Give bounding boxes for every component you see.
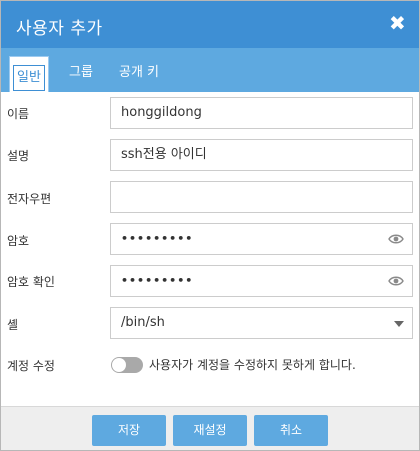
tab-bar: 일반 그룹 공개 키 [1,48,419,92]
description-input[interactable]: ssh전용 아이디 [110,139,413,171]
save-button[interactable]: 저장 [92,415,166,446]
account-edit-label: 계정 수정 [7,359,55,373]
password-value: ••••••••• [121,232,194,245]
dialog-footer: 저장 재설정 취소 [1,406,419,450]
account-edit-toggle[interactable] [111,357,143,373]
cancel-button[interactable]: 취소 [254,415,328,446]
eye-icon[interactable] [388,233,404,245]
description-label: 설명 [7,149,30,163]
tab-general[interactable]: 일반 [9,56,49,92]
shell-value: /bin/sh [121,315,165,330]
password-label: 암호 [7,234,30,248]
confirm-password-label: 암호 확인 [7,275,55,289]
name-label: 이름 [7,107,30,121]
tab-group[interactable]: 그룹 [61,56,101,89]
eye-icon[interactable] [388,275,404,287]
email-label: 전자우편 [7,192,52,206]
shell-label: 셸 [7,318,19,332]
dialog-header: 사용자 추가 ✖ [1,1,419,48]
tab-public-key[interactable]: 공개 키 [111,56,167,89]
chevron-down-icon [394,321,404,327]
add-user-dialog: 사용자 추가 ✖ 일반 그룹 공개 키 이름 honggildong 설명 ss… [0,0,420,451]
email-input[interactable] [110,181,413,213]
confirm-password-value: ••••••••• [121,274,194,287]
dialog-title: 사용자 추가 [16,19,103,39]
shell-select[interactable]: /bin/sh [110,307,413,339]
confirm-password-input[interactable]: ••••••••• [110,265,413,297]
toggle-knob [112,358,126,372]
account-edit-description: 사용자가 계정을 수정하지 못하게 합니다. [149,358,356,372]
name-input[interactable]: honggildong [110,97,413,129]
reset-button[interactable]: 재설정 [173,415,247,446]
close-icon[interactable]: ✖ [389,13,406,33]
password-input[interactable]: ••••••••• [110,223,413,255]
tab-general-label: 일반 [13,65,45,91]
